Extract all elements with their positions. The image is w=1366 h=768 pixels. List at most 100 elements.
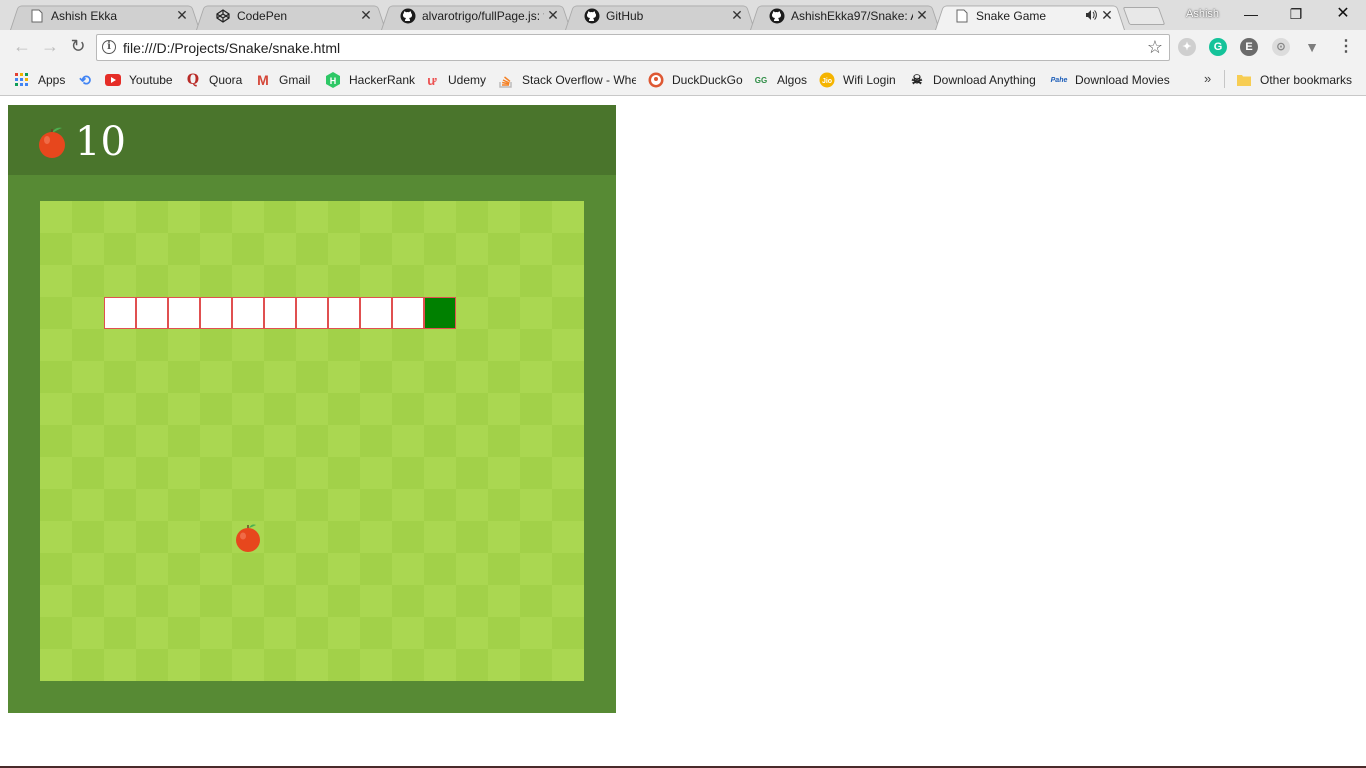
new-tab-button[interactable]: [1122, 7, 1166, 25]
board-cell: [72, 425, 104, 457]
board-cell: [296, 361, 328, 393]
tab-fullpage[interactable]: alvarotrigo/fullPage.js: f ✕: [381, 3, 571, 31]
board-cell: [72, 201, 104, 233]
bookmark-gmail[interactable]: M Gmail: [255, 71, 310, 89]
board-cell: [72, 649, 104, 681]
board-cell: [488, 265, 520, 297]
board-cell: [488, 329, 520, 361]
bookmark-youtube[interactable]: Youtube: [105, 71, 173, 89]
profile-button[interactable]: Ashish: [1186, 8, 1219, 20]
vuejs-icon[interactable]: ▼: [1303, 38, 1321, 56]
close-icon[interactable]: ✕: [547, 8, 559, 22]
bookmark-other[interactable]: Other bookmarks: [1236, 71, 1352, 89]
board-cell: [424, 265, 456, 297]
board-cell: [296, 329, 328, 361]
bookmark-stackoverflow[interactable]: Stack Overflow - Whe: [498, 71, 636, 89]
page-icon: [954, 8, 970, 24]
board-cell: [40, 457, 72, 489]
board-cell: [328, 585, 360, 617]
board-cell: [520, 553, 552, 585]
board-cell: [424, 617, 456, 649]
board-cell: [136, 393, 168, 425]
extension-circle-icon[interactable]: ⊙: [1272, 38, 1290, 56]
bookmark-download-anything[interactable]: ☠ Download Anything: [909, 71, 1036, 89]
game-board[interactable]: [40, 201, 584, 681]
board-cell: [72, 489, 104, 521]
chevron-right-icon[interactable]: »: [1204, 71, 1211, 86]
board-cell: [232, 585, 264, 617]
tab-ashish-ekka[interactable]: Ashish Ekka ✕: [10, 3, 200, 31]
close-icon[interactable]: ✕: [360, 8, 372, 22]
tab-snake-game[interactable]: Snake Game ✕: [935, 3, 1125, 31]
tab-snake-repo[interactable]: AshishEkka97/Snake: A ✕: [750, 3, 940, 31]
bookmark-star-icon[interactable]: ☆: [1147, 37, 1163, 58]
board-cell: [40, 297, 72, 329]
board-cell: [264, 489, 296, 521]
forward-icon[interactable]: →: [40, 36, 60, 56]
bookmark-wifi-login[interactable]: Jio Wifi Login: [819, 71, 896, 89]
board-cell: [520, 585, 552, 617]
board-cell: [200, 649, 232, 681]
board-cell: [40, 393, 72, 425]
board-cell: [104, 649, 136, 681]
board-cell: [232, 457, 264, 489]
bookmark-apps[interactable]: Apps: [14, 71, 65, 89]
board-cell: [520, 457, 552, 489]
close-window-icon[interactable]: ✕: [1333, 4, 1353, 24]
bookmark-quora[interactable]: Q Quora: [185, 71, 242, 89]
address-url[interactable]: file:///D:/Projects/Snake/snake.html: [123, 40, 340, 56]
tab-github[interactable]: GitHub ✕: [565, 3, 755, 31]
bookmark-algos[interactable]: GG Algos: [753, 71, 807, 89]
board-cell: [424, 201, 456, 233]
address-bar[interactable]: i file:///D:/Projects/Snake/snake.html ☆: [96, 34, 1170, 61]
board-cell: [552, 489, 584, 521]
bookmark-udemy[interactable]: ư Udemy: [424, 71, 486, 89]
board-cell: [40, 329, 72, 361]
board-cell: [360, 649, 392, 681]
bookmark-label: Algos: [777, 73, 808, 87]
board-cell: [264, 233, 296, 265]
grammarly-icon[interactable]: G: [1209, 38, 1227, 56]
board-cell: [40, 617, 72, 649]
site-info-icon[interactable]: i: [102, 40, 116, 54]
board-cell: [168, 233, 200, 265]
close-icon[interactable]: ✕: [1101, 8, 1113, 22]
board-cell: [360, 361, 392, 393]
bookmark-duckduckgo[interactable]: DuckDuckGo: [648, 71, 743, 89]
board-cell: [72, 521, 104, 553]
restore-icon[interactable]: ❐: [1286, 4, 1306, 24]
evernote-icon[interactable]: E: [1240, 38, 1258, 56]
board-cell: [424, 393, 456, 425]
extension-puzzle-icon[interactable]: ✦: [1178, 38, 1196, 56]
board-cell: [296, 265, 328, 297]
svg-text:Jio: Jio: [822, 78, 832, 85]
board-cell: [424, 361, 456, 393]
board-cell: [264, 425, 296, 457]
close-icon[interactable]: ✕: [731, 8, 743, 22]
bookmark-download-movies[interactable]: Pahe Download Movies: [1051, 71, 1170, 89]
back-icon[interactable]: ←: [12, 36, 32, 56]
board-cell: [488, 425, 520, 457]
board-cell: [520, 329, 552, 361]
close-icon[interactable]: ✕: [176, 8, 188, 22]
reload-icon[interactable]: ↻: [68, 36, 88, 56]
board-cell: [200, 617, 232, 649]
close-icon[interactable]: ✕: [916, 8, 928, 22]
board-cell: [72, 393, 104, 425]
board-cell: [456, 329, 488, 361]
board-cell: [72, 457, 104, 489]
snake-segment: [232, 297, 264, 329]
board-cell: [168, 425, 200, 457]
minimize-icon[interactable]: —: [1241, 4, 1261, 24]
snake-game: 10: [8, 105, 616, 713]
board-cell: [264, 457, 296, 489]
menu-dots-icon[interactable]: ⋮: [1338, 38, 1354, 56]
bookmark-hackerrank[interactable]: H HackerRank: [325, 71, 415, 89]
tab-codepen[interactable]: CodePen ✕: [196, 3, 386, 31]
board-cell: [360, 233, 392, 265]
board-cell: [520, 265, 552, 297]
bookmark-history[interactable]: ⟲: [77, 71, 101, 89]
apple-food-icon: [236, 524, 260, 552]
speaker-icon[interactable]: [1085, 9, 1097, 24]
board-cell: [264, 201, 296, 233]
